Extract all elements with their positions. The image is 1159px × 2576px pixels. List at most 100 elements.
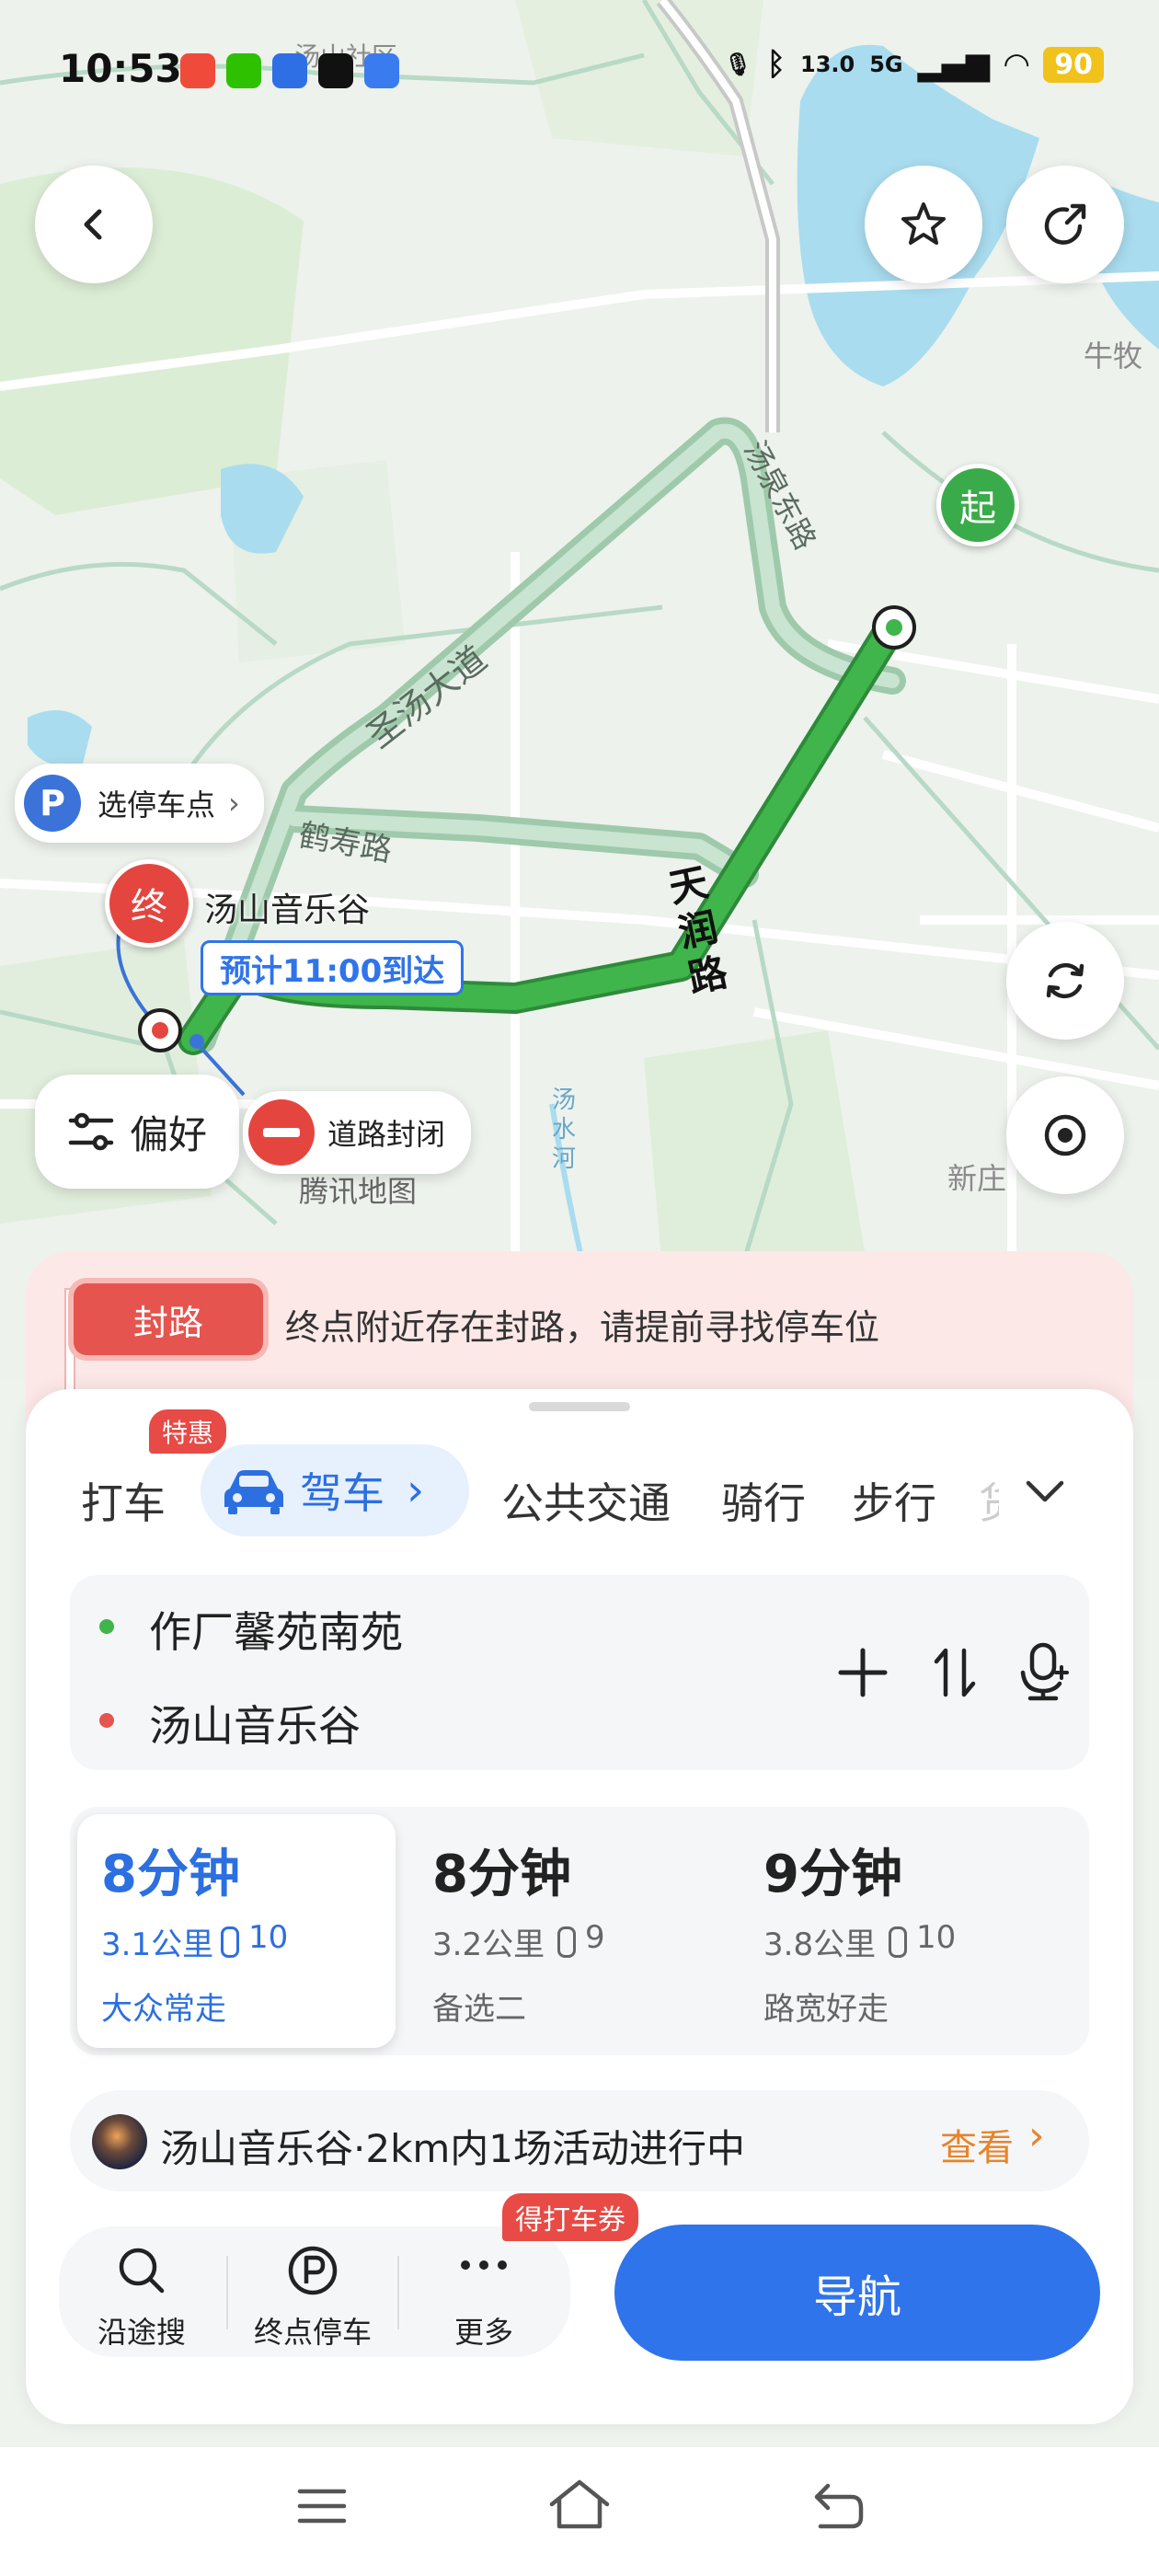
route-1-distance: 3.1公里 [101, 1926, 214, 1963]
start-marker[interactable]: 起 [936, 464, 1019, 546]
map-label-xinzhuang: 新庄 [947, 1161, 1007, 1196]
map-watermark: 腾讯地图 [299, 1174, 418, 1209]
navigate-label: 导航 [812, 2271, 901, 2323]
battery-indicator: 90 [1043, 46, 1104, 83]
event-text: 汤山音乐谷·2km内1场活动进行中 [160, 2126, 746, 2171]
toolbar-divider [397, 2256, 399, 2329]
mic-icon: 🎙︎ [724, 52, 752, 77]
system-nav-bar [0, 2447, 1159, 2576]
route-3-time: 9分钟 [763, 1845, 902, 1904]
favorite-button[interactable] [865, 166, 982, 283]
closure-tag-label: 封路 [132, 1302, 203, 1343]
origin-input[interactable]: 作厂馨苑南苑 [149, 1599, 403, 1660]
no-entry-icon [248, 1099, 315, 1166]
destination-parking-button[interactable]: 终点停车 [239, 2236, 386, 2355]
chevron-right-icon: › [407, 1465, 425, 1516]
more-label: 更多 [453, 2315, 513, 2350]
road-closure-pill[interactable]: 道路封闭 [243, 1091, 472, 1174]
route-3-lights: 10 [916, 1919, 957, 1956]
share-button[interactable] [1006, 166, 1124, 283]
sheet-drag-handle[interactable] [529, 1402, 630, 1411]
eta-label: 预计11:00到达 [201, 940, 465, 995]
route-2-lights: 9 [585, 1919, 605, 1956]
parking-icon: P [24, 775, 81, 832]
map-label-niumu: 牛牧 [1084, 339, 1143, 374]
status-bar: 10:53 🎙︎ ᛒ 13.0 5G ▂▄▆ ◠ 90 [0, 37, 1159, 110]
route-2-time: 8分钟 [432, 1845, 571, 1904]
parking-circle-icon [288, 2246, 338, 2295]
chevron-right-icon: › [228, 786, 240, 821]
route-1-time: 8分钟 [101, 1845, 240, 1904]
back-nav-icon[interactable] [809, 2478, 866, 2534]
more-dots-icon [461, 2260, 507, 2270]
add-waypoint-icon[interactable] [837, 1647, 889, 1698]
locate-button[interactable] [1006, 1076, 1124, 1194]
preference-button[interactable]: 偏好 [35, 1075, 239, 1189]
end-marker-label: 终 [131, 886, 167, 928]
traffic-light-icon [889, 1926, 907, 1958]
taxi-coupon-badge: 得打车券 [502, 2193, 638, 2241]
tab-taxi[interactable]: 打车 [81, 1470, 166, 1531]
end-marker[interactable]: 终 [105, 859, 193, 948]
tab-drive[interactable]: 驾车 › [201, 1444, 469, 1536]
route-2-tag: 备选二 [432, 1991, 526, 2028]
share-icon [1044, 203, 1086, 245]
voice-input-icon[interactable] [1017, 1641, 1073, 1702]
network-type: 5G [869, 52, 903, 77]
status-time: 10:53 [59, 46, 182, 91]
destination-dot [99, 1713, 114, 1728]
home-icon[interactable] [546, 2475, 613, 2534]
more-button[interactable]: 更多 [410, 2236, 557, 2355]
tab-freight[interactable]: 货 [979, 1470, 999, 1531]
traffic-light-icon [557, 1926, 576, 1958]
app-notification-icon-2 [272, 53, 307, 88]
choose-parking-pill[interactable]: P 选停车点 › [15, 764, 264, 843]
tab-transit[interactable]: 公共交通 [501, 1470, 671, 1531]
taxi-discount-badge: 特惠 [149, 1409, 227, 1454]
car-icon [224, 1470, 283, 1514]
signal-icon: ▂▄▆ [917, 46, 991, 83]
back-button[interactable] [35, 166, 153, 283]
tab-bike[interactable]: 骑行 [721, 1470, 806, 1531]
event-thumbnail [92, 2114, 147, 2169]
route-1-lights: 10 [248, 1919, 289, 1956]
traffic-light-icon [221, 1926, 239, 1958]
chevron-down-icon[interactable] [1023, 1476, 1067, 1509]
chevron-right-icon: › [1028, 2112, 1045, 2159]
status-right: 🎙︎ ᛒ 13.0 5G ▂▄▆ ◠ 90 [724, 46, 1104, 83]
wechat-icon [226, 53, 261, 88]
refresh-icon [1046, 962, 1084, 999]
swap-icon[interactable] [929, 1643, 981, 1702]
toolbar-divider [226, 2256, 228, 2329]
chevron-left-icon [84, 209, 102, 240]
network-speed: 13.0 [800, 52, 855, 77]
menu-icon[interactable] [296, 2484, 348, 2528]
destination-parking-label: 终点停车 [253, 2315, 372, 2350]
star-icon [901, 202, 946, 245]
refresh-route-button[interactable] [1006, 922, 1124, 1040]
sliders-icon [68, 1112, 114, 1151]
tiktok-icon [318, 53, 353, 88]
closure-message: 终点附近存在封路，请提前寻找停车位 [285, 1307, 880, 1348]
vivo-icon [364, 53, 399, 88]
travel-mode-tabs: 打车 特惠 驾车 › 公共交通 骑行 步行 货 [0, 1409, 1159, 1546]
search-along-label: 沿途搜 [97, 2315, 186, 2350]
search-along-button[interactable]: 沿途搜 [68, 2236, 215, 2355]
route-1-tag: 大众常走 [101, 1991, 226, 2028]
start-marker-label: 起 [959, 488, 996, 530]
closure-tag: 封路 [74, 1283, 263, 1355]
origin-dot [99, 1619, 114, 1634]
search-icon [119, 2248, 165, 2294]
navigate-button[interactable]: 导航 [614, 2225, 1100, 2361]
destination-input[interactable]: 汤山音乐谷 [149, 1693, 361, 1754]
preference-label: 偏好 [129, 1111, 207, 1157]
route-3-tag: 路宽好走 [763, 1991, 889, 2028]
tab-walk[interactable]: 步行 [852, 1470, 936, 1531]
bluetooth-icon: ᛒ [766, 46, 786, 83]
event-view-link[interactable]: 查看 [940, 2118, 1014, 2171]
locate-icon [1044, 1114, 1086, 1156]
destination-map-label: 汤山音乐谷 [204, 891, 371, 929]
app-notification-icon [180, 53, 215, 88]
route-3-distance: 3.8公里 [763, 1926, 877, 1963]
choose-parking-label: 选停车点 [98, 788, 216, 822]
